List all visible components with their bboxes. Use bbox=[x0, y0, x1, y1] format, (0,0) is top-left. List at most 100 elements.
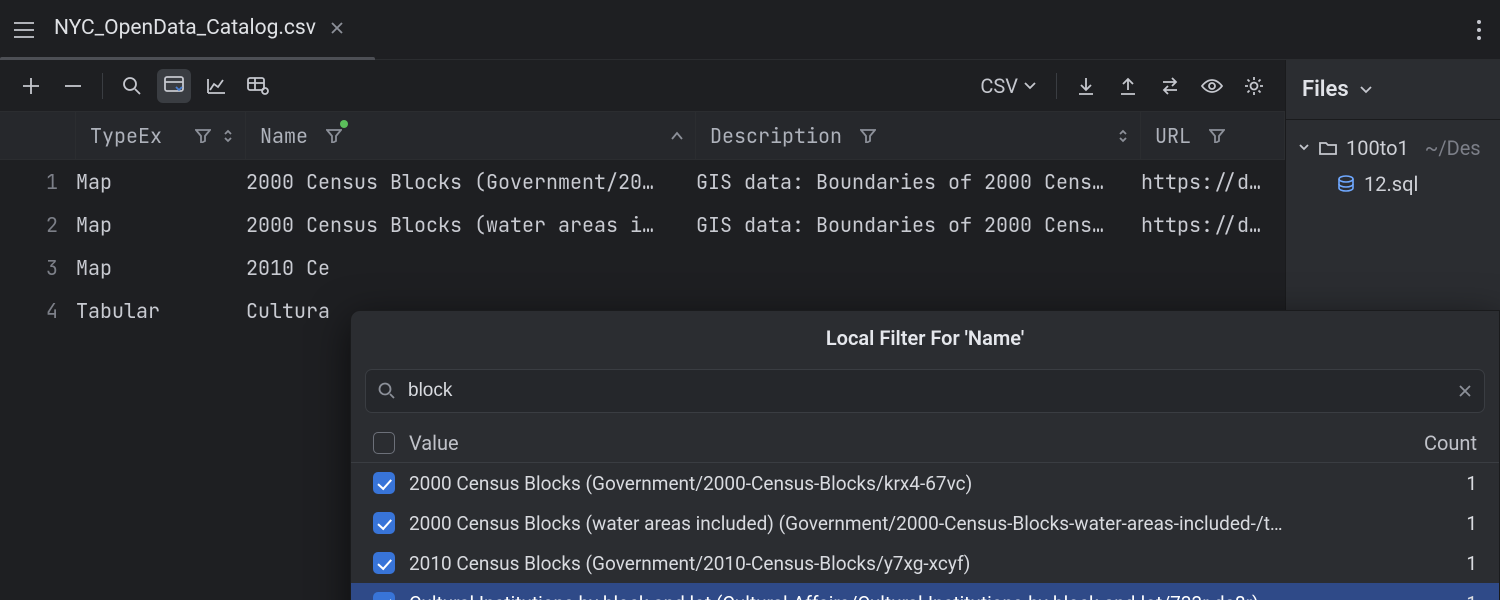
table-row[interactable]: 2Map2000 Census Blocks (water areas i…GI… bbox=[0, 203, 1285, 246]
column-label: Description bbox=[710, 123, 842, 149]
hamburger-icon bbox=[13, 21, 35, 39]
cell-name[interactable]: 2000 Census Blocks (Government/20… bbox=[246, 169, 696, 195]
sort-icon[interactable] bbox=[221, 129, 235, 143]
upload-icon bbox=[1118, 76, 1138, 96]
table-row[interactable]: 1Map2000 Census Blocks (Government/20…GI… bbox=[0, 160, 1285, 203]
header-value-label: Value bbox=[409, 431, 1424, 455]
tab-title: NYC_OpenData_Catalog.csv bbox=[54, 16, 316, 40]
separator bbox=[102, 73, 103, 99]
minus-icon bbox=[63, 76, 83, 96]
option-count: 1 bbox=[1448, 512, 1477, 535]
cell-name[interactable]: 2000 Census Blocks (water areas i… bbox=[246, 212, 696, 238]
table-row[interactable]: 3Map2010 Ce bbox=[0, 246, 1285, 289]
files-title: Files bbox=[1302, 77, 1349, 102]
funnel-icon[interactable] bbox=[326, 129, 342, 143]
sort-icon[interactable] bbox=[1116, 129, 1130, 143]
chart-icon bbox=[205, 76, 227, 96]
column-header-type[interactable]: TypeEx bbox=[76, 112, 246, 159]
sort-asc-icon[interactable] bbox=[669, 129, 685, 143]
option-checkbox[interactable] bbox=[373, 552, 395, 574]
table-header: TypeEx Name Description bbox=[0, 112, 1285, 160]
import-button[interactable] bbox=[1069, 69, 1103, 103]
files-panel-header[interactable]: Files bbox=[1286, 60, 1500, 120]
tab-bar: NYC_OpenData_Catalog.csv bbox=[0, 0, 1500, 60]
data-editor: CSV bbox=[0, 60, 1285, 600]
settings-button[interactable] bbox=[1237, 69, 1271, 103]
table-eye-icon bbox=[246, 76, 270, 96]
option-count: 1 bbox=[1448, 592, 1477, 600]
filter-option[interactable]: 2000 Census Blocks (Government/2000-Cens… bbox=[351, 463, 1499, 503]
cell-url[interactable]: https://dat bbox=[1141, 169, 1285, 195]
database-file-icon bbox=[1336, 175, 1356, 193]
tree-file[interactable]: 12.sql bbox=[1292, 166, 1494, 202]
search-icon bbox=[378, 382, 396, 400]
gutter-header bbox=[0, 112, 76, 159]
funnel-icon[interactable] bbox=[1209, 129, 1225, 143]
filter-option[interactable]: 2010 Census Blocks (Government/2010-Cens… bbox=[351, 543, 1499, 583]
swap-icon bbox=[1159, 77, 1181, 95]
table-filter-icon bbox=[163, 75, 185, 97]
remove-row-button[interactable] bbox=[56, 69, 90, 103]
cell-type[interactable]: Map bbox=[76, 169, 246, 195]
cell-description[interactable]: GIS data: Boundaries of 2000 Cens… bbox=[696, 212, 1141, 238]
column-header-description[interactable]: Description bbox=[696, 112, 1141, 159]
export-button[interactable] bbox=[1111, 69, 1145, 103]
cell-description[interactable]: GIS data: Boundaries of 2000 Cens… bbox=[696, 169, 1141, 195]
option-label: Cultural Institutions by block and lot (… bbox=[409, 592, 1434, 600]
cell-type[interactable]: Map bbox=[76, 255, 246, 281]
view-mode-button[interactable] bbox=[241, 69, 275, 103]
cell-type[interactable]: Tabular bbox=[76, 298, 246, 324]
clear-search-button[interactable] bbox=[1458, 384, 1472, 398]
filter-toggle-button[interactable] bbox=[157, 69, 191, 103]
filter-search-input[interactable] bbox=[408, 380, 1446, 402]
option-count: 1 bbox=[1448, 472, 1477, 495]
column-header-url[interactable]: URL bbox=[1141, 112, 1285, 159]
filter-list-header: Value Count bbox=[351, 423, 1499, 463]
funnel-icon[interactable] bbox=[860, 129, 876, 143]
search-button[interactable] bbox=[115, 69, 149, 103]
chart-button[interactable] bbox=[199, 69, 233, 103]
kebab-icon bbox=[1476, 19, 1482, 41]
download-icon bbox=[1076, 76, 1096, 96]
eye-icon bbox=[1200, 77, 1224, 95]
filter-search-box[interactable] bbox=[365, 369, 1485, 413]
tab-overflow-button[interactable] bbox=[1466, 13, 1492, 47]
add-row-button[interactable] bbox=[14, 69, 48, 103]
main-menu-button[interactable] bbox=[0, 21, 48, 39]
popup-title: Local Filter For 'Name' bbox=[351, 311, 1499, 365]
data-toolbar: CSV bbox=[0, 60, 1285, 112]
column-header-name[interactable]: Name bbox=[246, 112, 696, 159]
tree-folder-root[interactable]: 100to1 ~/Des bbox=[1292, 130, 1494, 166]
local-filter-popup: Local Filter For 'Name' Value Count 2000… bbox=[350, 310, 1500, 600]
tab-active[interactable]: NYC_OpenData_Catalog.csv bbox=[48, 0, 362, 60]
file-format-dropdown[interactable]: CSV bbox=[972, 70, 1044, 102]
close-icon[interactable] bbox=[330, 21, 344, 35]
row-number: 1 bbox=[0, 169, 76, 195]
option-label: 2000 Census Blocks (water areas included… bbox=[409, 512, 1434, 535]
row-number: 3 bbox=[0, 255, 76, 281]
option-label: 2000 Census Blocks (Government/2000-Cens… bbox=[409, 472, 1434, 495]
cell-name[interactable]: 2010 Ce bbox=[246, 255, 696, 281]
gear-icon bbox=[1243, 75, 1265, 97]
cell-url[interactable]: https://dat bbox=[1141, 212, 1285, 238]
option-checkbox[interactable] bbox=[373, 472, 395, 494]
filter-option[interactable]: Cultural Institutions by block and lot (… bbox=[351, 583, 1499, 600]
separator bbox=[1056, 73, 1057, 99]
option-label: 2010 Census Blocks (Government/2010-Cens… bbox=[409, 552, 1434, 575]
cell-type[interactable]: Map bbox=[76, 212, 246, 238]
funnel-icon[interactable] bbox=[195, 129, 211, 143]
search-icon bbox=[122, 76, 142, 96]
file-format-label: CSV bbox=[980, 74, 1018, 98]
chevron-down-icon bbox=[1359, 84, 1373, 96]
option-checkbox[interactable] bbox=[373, 512, 395, 534]
filter-option[interactable]: 2000 Census Blocks (water areas included… bbox=[351, 503, 1499, 543]
filter-options-list: 2000 Census Blocks (Government/2000-Cens… bbox=[351, 463, 1499, 600]
select-all-checkbox[interactable] bbox=[373, 432, 395, 454]
plus-icon bbox=[21, 76, 41, 96]
preview-button[interactable] bbox=[1195, 69, 1229, 103]
option-checkbox[interactable] bbox=[373, 592, 395, 600]
compare-button[interactable] bbox=[1153, 69, 1187, 103]
chevron-down-icon bbox=[1024, 81, 1036, 91]
filter-active-indicator bbox=[340, 120, 348, 128]
folder-icon bbox=[1318, 140, 1338, 156]
